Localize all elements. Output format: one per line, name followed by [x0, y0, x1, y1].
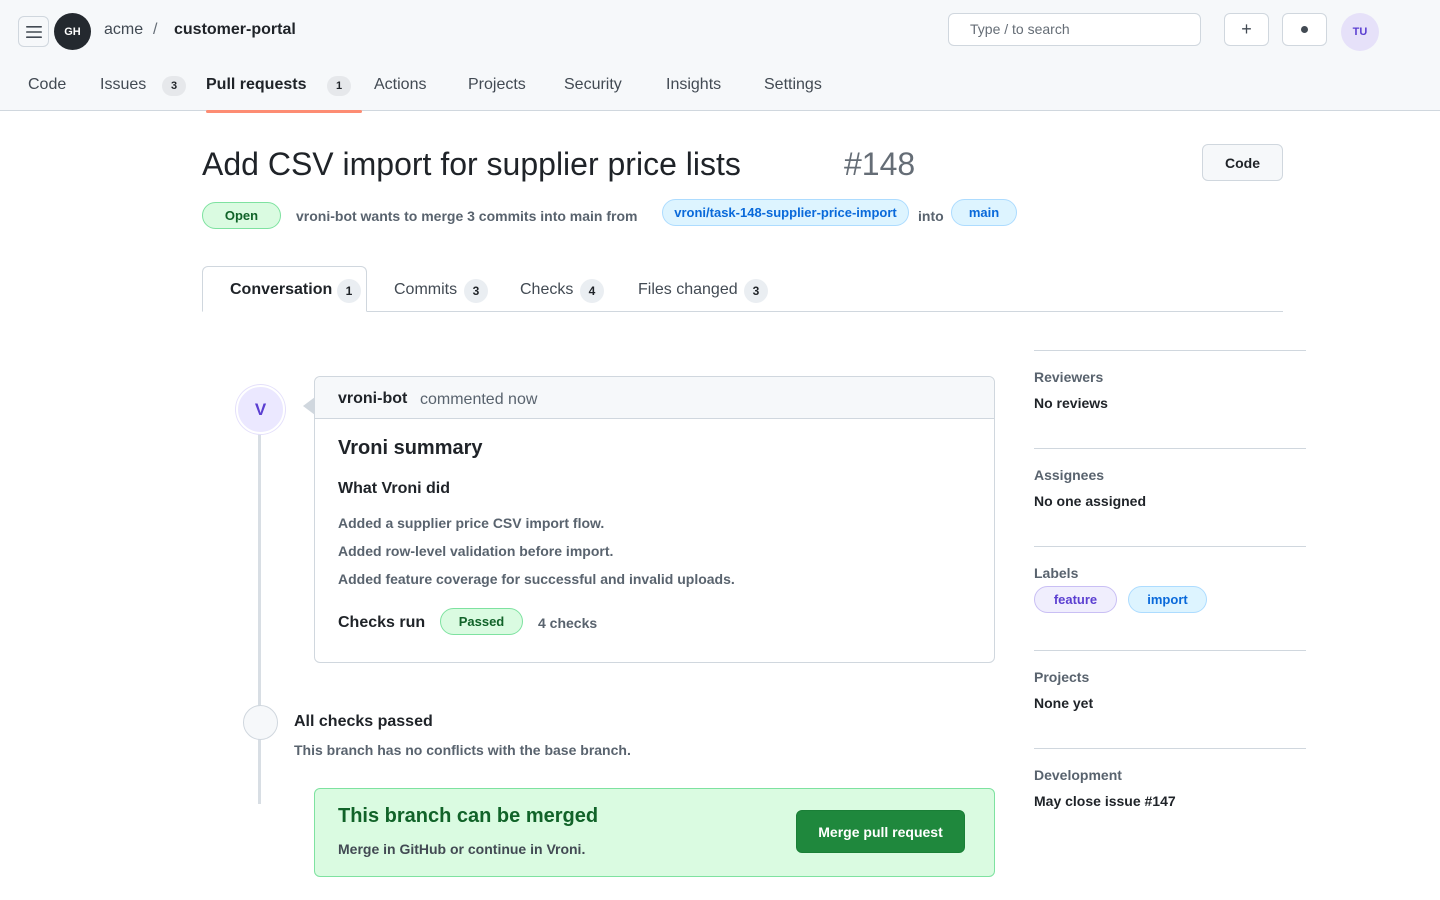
merge-subtitle: Merge in GitHub or continue in Vroni. [338, 841, 586, 857]
merge-pull-request-button[interactable]: Merge pull request [796, 810, 965, 853]
code-button[interactable]: Code [1202, 144, 1283, 181]
org-avatar[interactable]: GH [54, 13, 91, 50]
hamburger-menu-button[interactable] [18, 16, 49, 47]
tab-conversation-label[interactable]: Conversation [230, 281, 332, 299]
bot-avatar[interactable]: V [236, 385, 285, 434]
breadcrumb-owner[interactable]: acme [104, 21, 143, 39]
checks-timeline-node [243, 705, 278, 740]
breadcrumb-repo[interactable]: customer-portal [174, 21, 296, 39]
pr-state-badge: Open [202, 202, 281, 229]
pr-into-text: into [918, 208, 944, 224]
hamburger-icon [25, 25, 42, 38]
head-branch-pill[interactable]: vroni/task-148-supplier-price-import [662, 199, 909, 226]
nav-security[interactable]: Security [564, 76, 622, 94]
tab-files-changed[interactable]: Files changed [638, 281, 738, 299]
checks-count: 4 checks [538, 615, 598, 631]
nav-pull-requests-count: 1 [327, 76, 351, 96]
comment-time[interactable]: commented now [420, 391, 537, 409]
sidebar-divider [1034, 546, 1306, 547]
merge-title: This branch can be merged [338, 805, 599, 827]
pr-title: Add CSV import for supplier price lists [202, 146, 741, 182]
base-branch-pill[interactable]: main [951, 199, 1017, 226]
repo-nav: Code Issues 3 Pull requests 1 Actions Pr… [0, 72, 1440, 111]
merge-box: This branch can be merged Merge in GitHu… [314, 788, 995, 877]
notifications-button[interactable] [1282, 13, 1327, 46]
sidebar-divider [1034, 748, 1306, 749]
sidebar-assignees-value: No one assigned [1034, 493, 1147, 509]
tab-conversation-count: 1 [337, 279, 361, 303]
sidebar-projects-value: None yet [1034, 695, 1094, 711]
sidebar-projects-title[interactable]: Projects [1034, 669, 1089, 685]
tab-commits-count: 3 [464, 279, 488, 303]
tab-checks-count: 4 [580, 279, 604, 303]
label-import[interactable]: import [1128, 586, 1207, 613]
sidebar-reviewers-value: No reviews [1034, 395, 1108, 411]
nav-settings[interactable]: Settings [764, 76, 822, 94]
search-input[interactable]: Type / to search [948, 13, 1201, 46]
sidebar-divider [1034, 650, 1306, 651]
checks-status-title: All checks passed [294, 713, 433, 730]
create-new-button[interactable]: + [1224, 13, 1269, 46]
comment-author[interactable]: vroni-bot [338, 390, 407, 408]
comment-line: Added row-level validation before import… [338, 543, 614, 559]
label-feature[interactable]: feature [1034, 586, 1117, 613]
comment-card: vroni-bot commented now Vroni summary Wh… [314, 376, 995, 663]
sidebar-reviewers-title[interactable]: Reviewers [1034, 369, 1103, 385]
nav-issues-count: 3 [162, 76, 186, 96]
sidebar-divider [1034, 350, 1306, 351]
checks-run-label: Checks run [338, 614, 426, 631]
tab-files-changed-count: 3 [744, 279, 768, 303]
nav-code[interactable]: Code [28, 76, 66, 94]
tab-checks[interactable]: Checks [520, 281, 573, 299]
sidebar-divider [1034, 448, 1306, 449]
comment-heading: Vroni summary [338, 437, 483, 459]
user-avatar[interactable]: TU [1341, 13, 1379, 51]
sidebar-assignees-title[interactable]: Assignees [1034, 467, 1104, 483]
checks-status-subtitle: This branch has no conflicts with the ba… [294, 742, 631, 758]
active-nav-underline [206, 110, 362, 113]
tab-commits[interactable]: Commits [394, 281, 457, 299]
sidebar-development-value[interactable]: May close issue #147 [1034, 793, 1176, 809]
pr-number: #148 [844, 146, 916, 182]
plus-icon: + [1241, 19, 1252, 39]
dot-icon [1301, 26, 1308, 33]
comment-line: Added a supplier price CSV import flow. [338, 515, 605, 531]
sidebar-labels-title[interactable]: Labels [1034, 565, 1078, 581]
checks-passed-badge: Passed [440, 608, 523, 635]
breadcrumb-separator: / [153, 21, 158, 38]
nav-actions[interactable]: Actions [374, 76, 426, 94]
nav-projects[interactable]: Projects [468, 76, 526, 94]
comment-subheading: What Vroni did [338, 480, 450, 497]
comment-line: Added feature coverage for successful an… [338, 571, 735, 587]
nav-issues[interactable]: Issues [100, 76, 146, 94]
sidebar-development-title[interactable]: Development [1034, 767, 1122, 783]
nav-insights[interactable]: Insights [666, 76, 721, 94]
comment-header: vroni-bot commented now [315, 377, 994, 419]
timeline-line [258, 430, 261, 804]
global-header: GH acme / customer-portal Type / to sear… [0, 0, 1440, 111]
pr-meta-text: vroni-bot wants to merge 3 commits into … [296, 208, 638, 224]
nav-pull-requests[interactable]: Pull requests [206, 76, 306, 94]
